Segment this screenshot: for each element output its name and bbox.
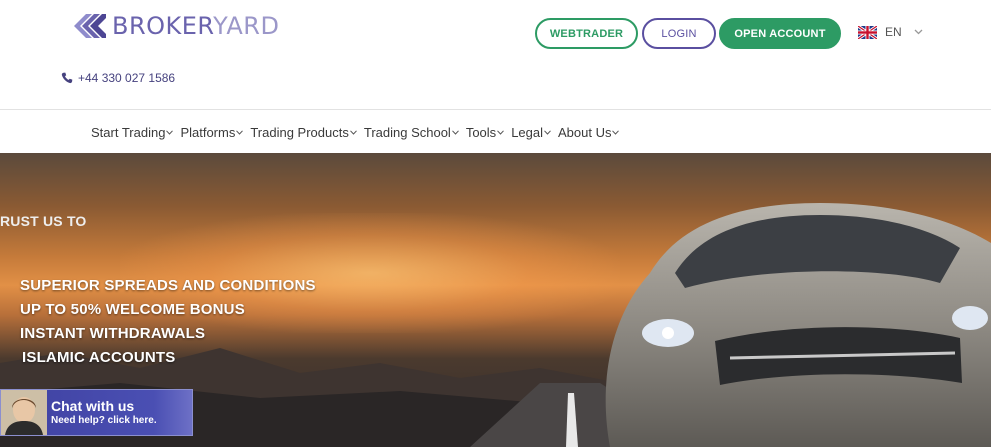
nav-item-legal[interactable]: Legal — [511, 125, 551, 140]
main-nav: Start Trading Platforms Trading Products… — [0, 111, 991, 153]
language-selector[interactable]: EN — [858, 25, 923, 39]
chevron-down-icon — [612, 130, 620, 135]
nav-item-label: About Us — [558, 125, 612, 140]
brand-name-part1: BROKER — [112, 12, 214, 40]
chat-subtitle: Need help? click here. — [51, 415, 157, 426]
chat-text: Chat with us Need help? click here. — [51, 398, 157, 427]
phone-contact[interactable]: +44 330 027 1586 — [61, 71, 175, 85]
chat-title: Chat with us — [51, 398, 135, 414]
brand-wordmark: BROKERYARD — [112, 11, 279, 41]
webtrader-button[interactable]: WEBTRADER — [535, 18, 638, 49]
chevron-down-icon — [497, 130, 505, 135]
chevron-down-icon — [914, 29, 923, 35]
hero-feature-line: ISLAMIC ACCOUNTS — [22, 349, 176, 366]
logo-icon — [74, 14, 106, 38]
nav-item-platforms[interactable]: Platforms — [180, 125, 244, 140]
nav-list: Start Trading Platforms Trading Products… — [91, 125, 626, 140]
chevron-down-icon — [451, 130, 459, 135]
uk-flag-icon — [858, 25, 877, 39]
hero-feature-line: INSTANT WITHDRAWALS — [20, 325, 206, 342]
chevron-down-icon — [544, 130, 551, 135]
nav-item-start-trading[interactable]: Start Trading — [91, 125, 174, 140]
agent-photo-icon — [1, 390, 47, 435]
login-button[interactable]: LOGIN — [642, 18, 716, 49]
brand-logo[interactable]: BROKERYARD — [72, 10, 279, 42]
site-header: BROKERYARD +44 330 027 1586 WEBTRADER LO… — [0, 0, 991, 110]
hero-car-image — [605, 203, 991, 447]
hero-trust-heading: RUST US TO — [0, 213, 87, 229]
chevron-down-icon — [236, 130, 244, 135]
nav-item-label: Trading School — [363, 125, 451, 140]
nav-item-label: Tools — [465, 125, 497, 140]
hero-feature-line: SUPERIOR SPREADS AND CONDITIONS — [20, 277, 316, 294]
nav-item-tools[interactable]: Tools — [465, 125, 505, 140]
chevron-down-icon — [166, 130, 174, 135]
nav-item-label: Platforms — [180, 125, 236, 140]
nav-item-label: Legal — [511, 125, 543, 140]
language-code: EN — [885, 25, 902, 39]
nav-item-label: Start Trading — [91, 125, 166, 140]
nav-item-trading-products[interactable]: Trading Products — [250, 125, 357, 140]
chevron-down-icon — [349, 130, 357, 135]
chat-widget[interactable]: Chat with us Need help? click here. — [0, 389, 193, 436]
hero-feature-line: UP TO 50% WELCOME BONUS — [20, 301, 245, 318]
chat-agent-avatar — [1, 390, 47, 435]
open-account-button[interactable]: OPEN ACCOUNT — [719, 18, 841, 49]
nav-item-trading-school[interactable]: Trading School — [364, 125, 459, 140]
brand-name-part2: YARD — [213, 12, 280, 40]
nav-item-label: Trading Products — [250, 125, 349, 140]
nav-item-about-us[interactable]: About Us — [558, 125, 620, 140]
phone-number: +44 330 027 1586 — [78, 71, 176, 85]
phone-icon — [61, 72, 73, 84]
